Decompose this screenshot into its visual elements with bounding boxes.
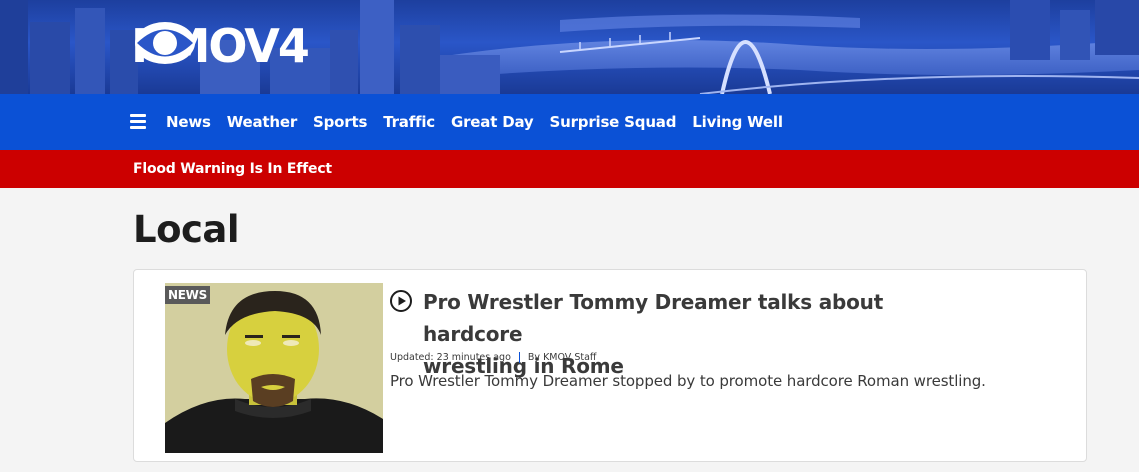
article-card[interactable]: NEWS Pro Wrestler Tommy Dreamer talks ab…: [133, 269, 1087, 462]
nav-item-surprise-squad[interactable]: Surprise Squad: [542, 113, 685, 131]
nav-links: News Weather Sports Traffic Great Day Su…: [158, 94, 791, 150]
article-meta: Updated: 23 minutes ago By KMOV Staff: [390, 352, 596, 363]
kmov4-logo[interactable]: KMOV4: [131, 20, 310, 72]
updated-timestamp: Updated: 23 minutes ago: [390, 352, 511, 363]
wrestler-figure-image: [165, 283, 383, 453]
nav-item-great-day[interactable]: Great Day: [443, 113, 542, 131]
article-description: Pro Wrestler Tommy Dreamer stopped by to…: [390, 372, 986, 390]
play-circle-icon[interactable]: [389, 289, 413, 313]
page-title: Local: [133, 208, 240, 251]
headline-line-1[interactable]: Pro Wrestler Tommy Dreamer talks about h…: [423, 290, 883, 346]
article-headline[interactable]: Pro Wrestler Tommy Dreamer talks about h…: [423, 286, 983, 382]
cbs-eye-icon: [135, 22, 195, 64]
hamburger-menu-icon[interactable]: [130, 114, 146, 129]
nav-item-living-well[interactable]: Living Well: [684, 113, 791, 131]
nav-item-weather[interactable]: Weather: [219, 113, 305, 131]
article-thumbnail[interactable]: [165, 283, 383, 453]
header-banner: KMOV4: [0, 0, 1139, 94]
main-navigation: News Weather Sports Traffic Great Day Su…: [0, 94, 1139, 150]
meta-divider: [518, 352, 520, 363]
alert-banner[interactable]: Flood Warning Is In Effect: [0, 150, 1139, 188]
category-badge: NEWS: [165, 286, 210, 304]
nav-item-sports[interactable]: Sports: [305, 113, 375, 131]
alert-text[interactable]: Flood Warning Is In Effect: [133, 161, 332, 177]
nav-item-news[interactable]: News: [158, 113, 219, 131]
nav-item-traffic[interactable]: Traffic: [375, 113, 443, 131]
byline: By KMOV Staff: [527, 352, 597, 363]
